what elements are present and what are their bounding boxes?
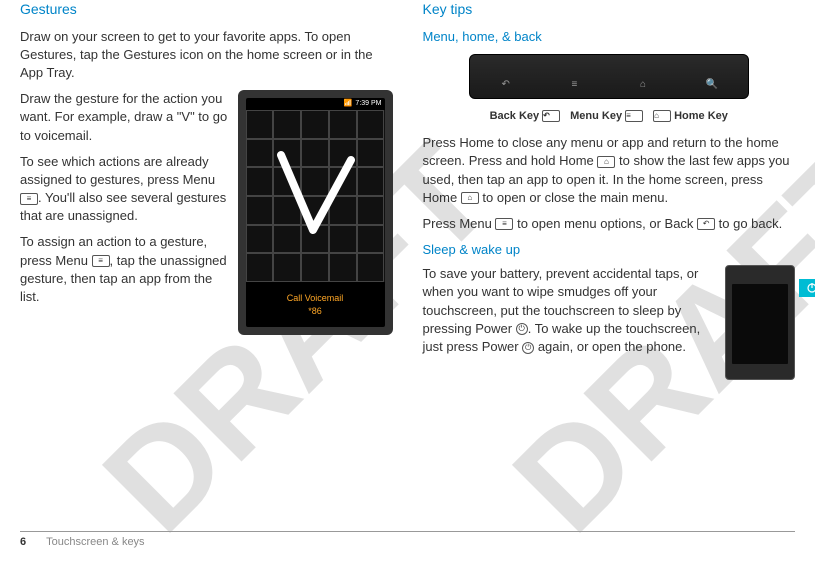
phone-sleep-wrap — [725, 265, 795, 380]
p-see-actions: To see which actions are already assigne… — [20, 153, 230, 226]
status-bar: 📶 7:39 PM — [246, 98, 385, 110]
home-key-label: ⌂ Home Key — [653, 109, 728, 124]
menu-key-label: Menu Key ≡ — [570, 109, 643, 124]
subheading-sleep: Sleep & wake up — [423, 241, 796, 259]
menu-key-icon: ≡ — [563, 78, 585, 92]
p2a: Press Menu — [423, 216, 496, 231]
phone-keybar: ↶ ≡ ⌂ 🔍 — [469, 54, 749, 99]
power-button-callout — [799, 279, 815, 297]
p-draw: Draw the gesture for the action you want… — [20, 90, 230, 145]
p2c: to go back. — [715, 216, 782, 231]
back-key-icon: ↶ — [495, 78, 517, 92]
p2b: to open menu options, or Back — [513, 216, 697, 231]
menu-icon: ≡ — [625, 110, 643, 122]
p2a: To see which actions are already assigne… — [20, 154, 215, 187]
phone-gesture-diagram: 📶 7:39 PM Ca — [238, 90, 393, 335]
gesture-grid — [246, 110, 385, 282]
label-line1: Call Voicemail — [287, 292, 344, 305]
key-diagram: ↶ ≡ ⌂ 🔍 Back Key ↶ Menu Key ≡ ⌂ Home Key — [423, 54, 796, 124]
power-icon: ⏻ — [522, 342, 534, 354]
heading-keytips: Key tips — [423, 0, 796, 20]
heading-gestures: Gestures — [20, 0, 393, 20]
p3c: again, or open the phone. — [534, 339, 686, 354]
p-assign: To assign an action to a gesture, press … — [20, 233, 230, 306]
intro-text: Draw on your screen to get to your favor… — [20, 28, 393, 83]
home-icon: ⌂ — [597, 156, 615, 168]
key-labels: Back Key ↶ Menu Key ≡ ⌂ Home Key — [423, 109, 796, 124]
home-icon: ⌂ — [653, 110, 671, 122]
menu-icon: ≡ — [92, 255, 110, 267]
menu-icon: ≡ — [495, 218, 513, 230]
p2b: . You'll also see several gestures that … — [20, 190, 226, 223]
gesture-block: Draw the gesture for the action you want… — [20, 90, 393, 335]
subheading-menu-home-back: Menu, home, & back — [423, 28, 796, 46]
signal-icon: 📶 — [344, 99, 353, 109]
gesture-text-column: Draw the gesture for the action you want… — [20, 90, 230, 314]
left-column: Gestures Draw on your screen to get to y… — [20, 0, 408, 528]
gesture-result-label: Call Voicemail *86 — [246, 282, 385, 327]
back-key-label: Back Key ↶ — [490, 109, 561, 124]
back-icon: ↶ — [697, 218, 715, 230]
menu-icon: ≡ — [20, 193, 38, 205]
home-key-icon: ⌂ — [632, 78, 654, 92]
right-column: Key tips Menu, home, & back ↶ ≡ ⌂ 🔍 Back… — [408, 0, 796, 528]
home-icon: ⌂ — [461, 192, 479, 204]
p1c: to open or close the main menu. — [479, 190, 668, 205]
p-sleep: To save your battery, prevent accidental… — [423, 265, 716, 356]
page-content: Gestures Draw on your screen to get to y… — [0, 0, 815, 558]
phone-sleep-diagram — [725, 265, 795, 380]
back-icon: ↶ — [542, 110, 560, 122]
label-line2: *86 — [308, 305, 322, 318]
sleep-block: To save your battery, prevent accidental… — [423, 265, 796, 380]
phone-screen: 📶 7:39 PM Ca — [246, 98, 385, 327]
power-icon — [806, 282, 815, 294]
search-key-icon: 🔍 — [701, 78, 723, 92]
power-icon: ⏻ — [516, 323, 528, 335]
v-gesture-path — [271, 150, 361, 240]
p-menu-back: Press Menu ≡ to open menu options, or Ba… — [423, 215, 796, 233]
clock-text: 7:39 PM — [355, 99, 381, 109]
p-home: Press Home to close any menu or app and … — [423, 134, 796, 207]
